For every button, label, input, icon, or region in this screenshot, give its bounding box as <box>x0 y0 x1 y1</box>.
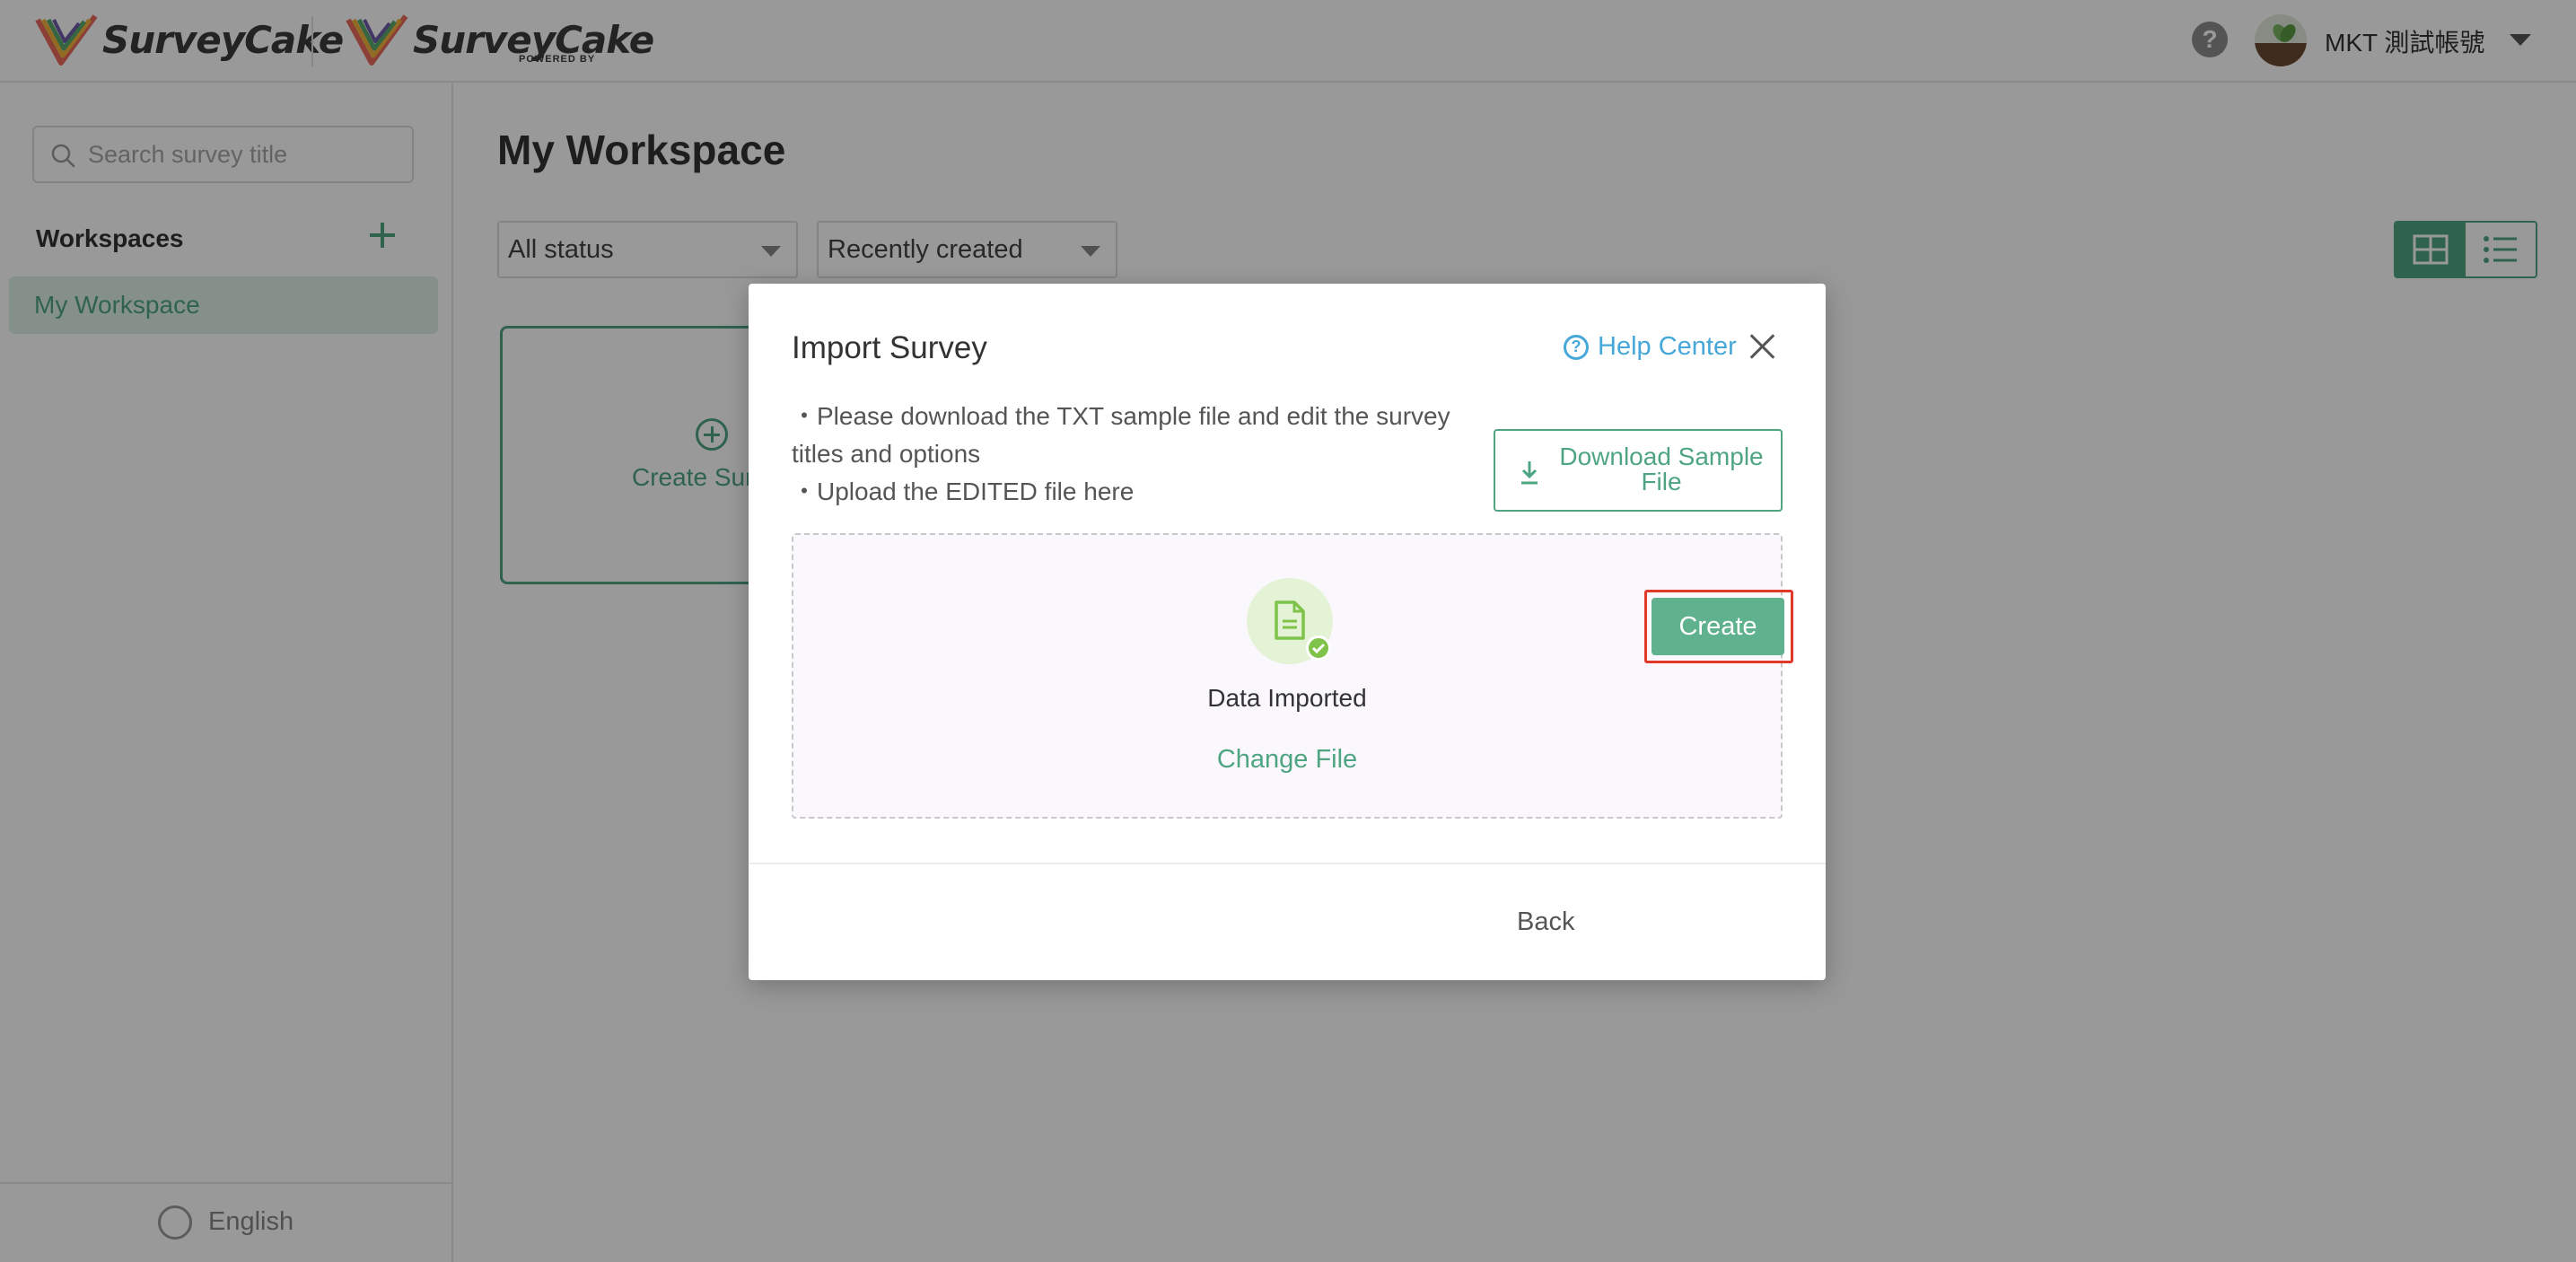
instruction-line: ・Upload the EDITED file here <box>792 478 1135 505</box>
download-icon <box>1521 461 1538 485</box>
file-dropzone[interactable]: Data Imported Change File <box>792 533 1783 819</box>
back-button[interactable]: Back <box>1517 907 1574 937</box>
document-icon <box>1275 600 1305 640</box>
file-status-badge <box>1247 578 1333 664</box>
instruction-line: ・Please download the TXT sample file and… <box>792 402 1450 468</box>
check-icon <box>1306 635 1331 661</box>
create-button[interactable]: Create <box>1652 598 1784 655</box>
help-center-label: Help Center <box>1598 332 1737 361</box>
instructions: ・Please download the TXT sample file and… <box>792 398 1474 511</box>
download-sample-button[interactable]: Download Sample File <box>1494 429 1783 512</box>
help-center-link[interactable]: ? Help Center <box>1564 332 1737 362</box>
close-icon[interactable] <box>1747 330 1779 363</box>
download-sample-label: Download Sample File <box>1559 443 1764 495</box>
import-status: Data Imported <box>1207 684 1367 712</box>
dialog-title: Import Survey <box>792 330 987 365</box>
import-survey-dialog: Import Survey ? Help Center ・Please down… <box>749 284 1826 980</box>
change-file-link[interactable]: Change File <box>793 745 1781 775</box>
create-button-label: Create <box>1678 611 1757 641</box>
dialog-footer: Back <box>749 863 1826 980</box>
question-circle-icon: ? <box>1564 334 1589 360</box>
